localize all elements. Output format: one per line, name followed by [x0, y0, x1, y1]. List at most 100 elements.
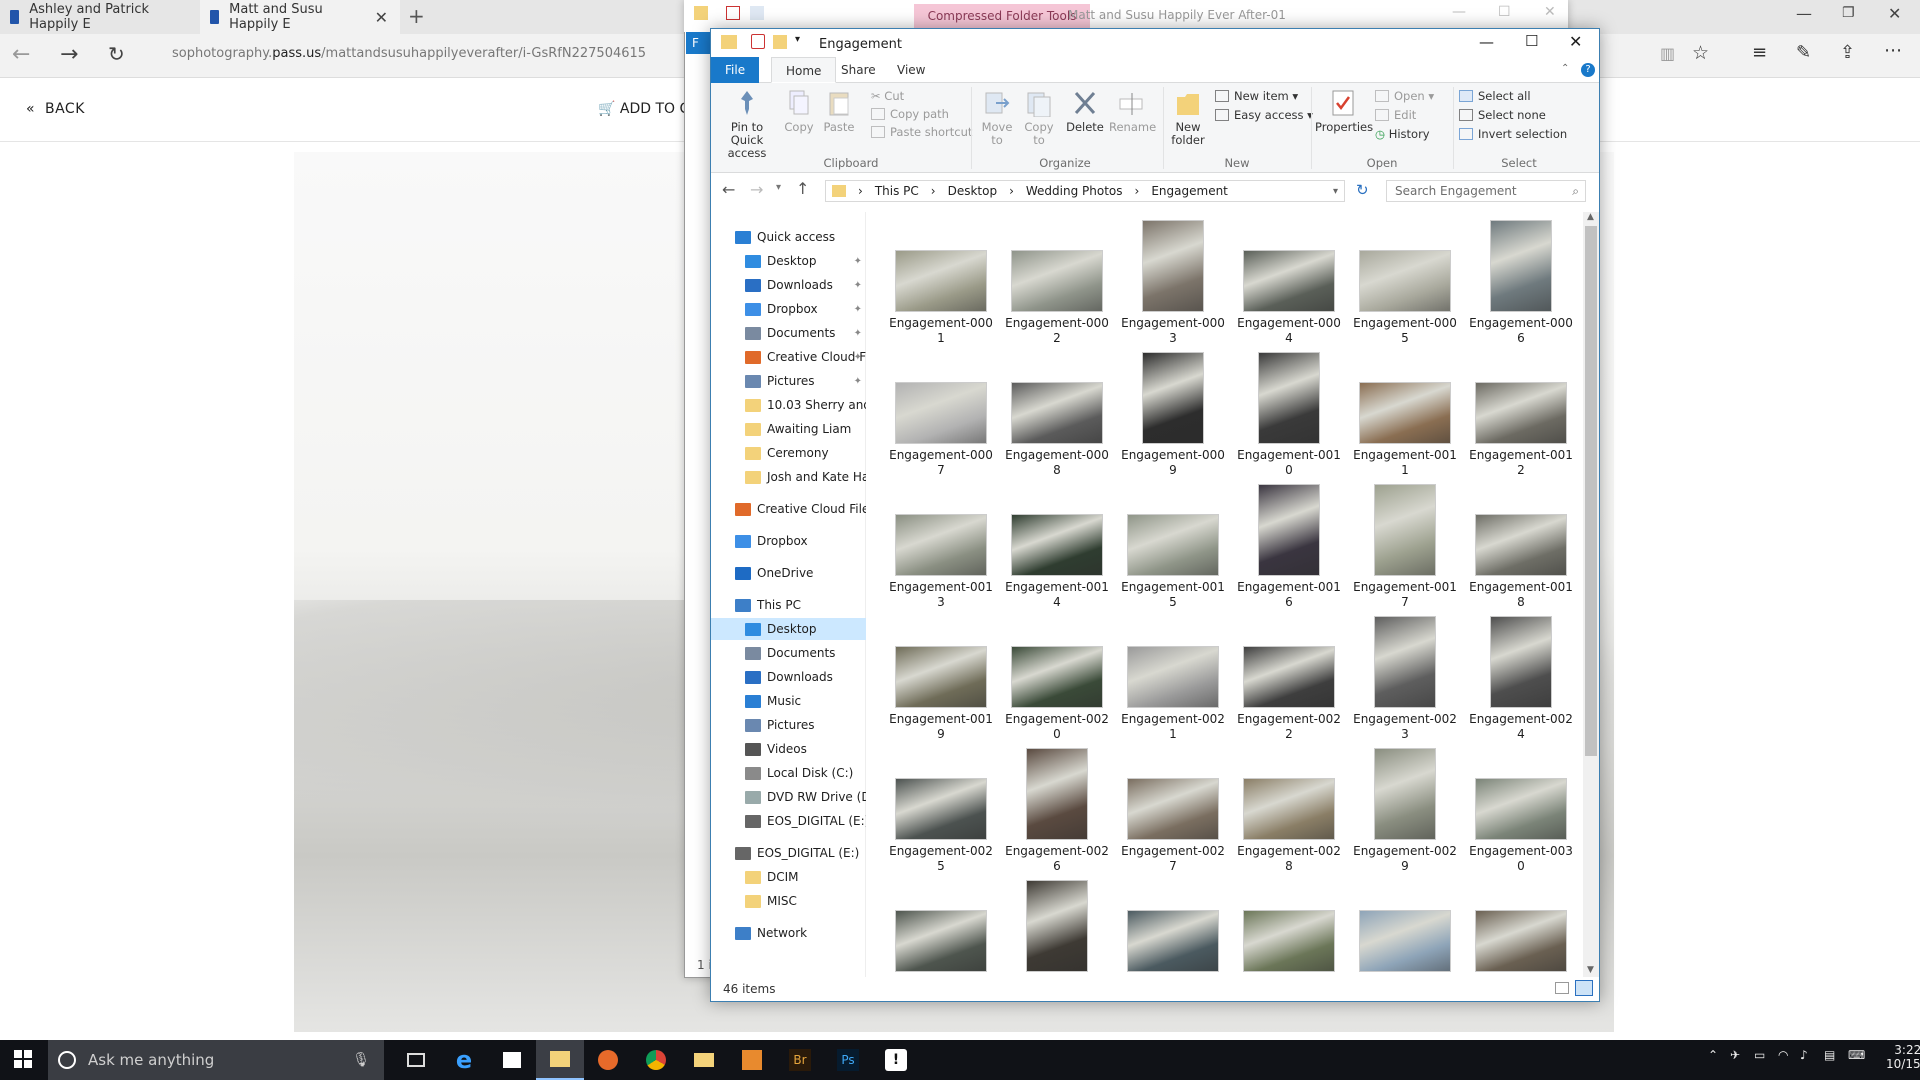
file-item[interactable]: Engagement-001 1 — [1350, 350, 1460, 480]
maximize-icon[interactable]: ☐ — [1525, 32, 1538, 50]
scrollbar-thumb[interactable] — [1585, 226, 1597, 756]
nav-item[interactable]: Desktop — [711, 618, 866, 640]
file-item[interactable]: Engagement-001 9 — [886, 614, 996, 744]
rename-button[interactable]: Rename — [1109, 89, 1156, 134]
breadcrumb-desktop[interactable]: Desktop — [948, 184, 998, 198]
nav-item[interactable]: Creative Cloud F ✦ — [711, 346, 866, 368]
properties-icon[interactable] — [751, 34, 765, 49]
breadcrumb-this-pc[interactable]: This PC — [875, 184, 919, 198]
file-item[interactable]: Engagement-000 7 — [886, 350, 996, 480]
nav-item[interactable]: Pictures ✦ — [711, 370, 866, 392]
file-item[interactable]: Engagement-003 0 — [1466, 746, 1576, 876]
nav-item[interactable]: This PC — [711, 594, 866, 616]
nav-item[interactable]: MISC — [711, 890, 866, 912]
file-item[interactable]: Engagement-002 1 — [1118, 614, 1228, 744]
copy-path-button[interactable]: Copy path — [871, 107, 949, 121]
properties-button[interactable]: Properties — [1315, 89, 1373, 134]
new-folder-icon[interactable] — [773, 35, 787, 49]
file-item[interactable]: Engagement-0036 — [1466, 878, 1576, 977]
back-arrow-icon[interactable]: ← — [722, 180, 735, 199]
nav-item[interactable]: Desktop ✦ — [711, 250, 866, 272]
store-icon[interactable] — [488, 1040, 536, 1080]
invert-selection-button[interactable]: Invert selection — [1459, 127, 1567, 141]
file-item[interactable]: Engagement-002 7 — [1118, 746, 1228, 876]
copy-button[interactable]: Copy — [781, 89, 817, 134]
favorite-star-icon[interactable]: ☆ — [1692, 42, 1709, 64]
nav-item[interactable]: Quick access — [711, 226, 866, 248]
nav-item[interactable]: Downloads ✦ — [711, 274, 866, 296]
tab-file[interactable]: File — [711, 57, 760, 83]
file-item[interactable]: Engagement-002 8 — [1234, 746, 1344, 876]
chrome-icon[interactable] — [632, 1040, 680, 1080]
minimize-ribbon-icon[interactable]: ⌃ — [1561, 63, 1569, 74]
minimize-icon[interactable]: — — [1452, 4, 1466, 20]
file-item[interactable]: Engagement-001 7 — [1350, 482, 1460, 612]
file-item[interactable]: Engagement-0031 — [886, 878, 996, 977]
easy-access-button[interactable]: Easy access ▾ — [1215, 108, 1313, 122]
keyboard-icon[interactable]: ⌨ — [1848, 1048, 1865, 1062]
pin-to-quick-access-button[interactable]: Pin to Quick access — [717, 89, 777, 160]
file-item[interactable]: Engagement-001 5 — [1118, 482, 1228, 612]
breadcrumb-engagement[interactable]: Engagement — [1151, 184, 1228, 198]
minimize-browser-icon[interactable]: — — [1796, 4, 1812, 23]
nav-item[interactable]: Downloads — [711, 666, 866, 688]
close-browser-icon[interactable]: ✕ — [1888, 4, 1901, 23]
file-item[interactable]: Engagement-001 2 — [1466, 350, 1576, 480]
file-item[interactable]: Engagement-000 5 — [1350, 218, 1460, 348]
search-input[interactable]: Search Engagement ⌕ — [1386, 180, 1586, 202]
edit-button[interactable]: Edit — [1375, 108, 1416, 122]
file-item[interactable]: Engagement-0032 — [1002, 878, 1112, 977]
action-center-icon[interactable]: ▤ — [1824, 1048, 1835, 1062]
cut-button[interactable]: ✂ Cut — [871, 89, 904, 103]
nav-item[interactable]: Josh and Kate Happ — [711, 466, 866, 488]
compressed-folder-tools-tab[interactable]: Compressed Folder Tools — [914, 4, 1090, 28]
cortana-search-box[interactable]: Ask me anything 🎙 — [48, 1040, 384, 1080]
nav-item[interactable]: DCIM — [711, 866, 866, 888]
nav-item[interactable]: Ceremony — [711, 442, 866, 464]
nav-item[interactable]: Creative Cloud Files — [711, 498, 866, 520]
edge-browser-icon[interactable]: e — [440, 1040, 488, 1080]
file-item[interactable]: Engagement-002 6 — [1002, 746, 1112, 876]
nav-item[interactable]: Dropbox ✦ — [711, 298, 866, 320]
browser-tab-ashley-patrick[interactable]: Ashley and Patrick Happily E — [0, 0, 200, 34]
file-item[interactable]: Engagement-001 6 — [1234, 482, 1344, 612]
back-arrow-icon[interactable]: ← — [12, 42, 30, 67]
bridge-icon[interactable]: Br — [776, 1040, 824, 1080]
volume-icon[interactable]: ♪ — [1800, 1048, 1808, 1062]
delete-button[interactable]: Delete — [1065, 89, 1105, 134]
tray-chevron-icon[interactable]: ⌃ — [1708, 1048, 1718, 1062]
nav-item[interactable]: Music — [711, 690, 866, 712]
tab-view[interactable]: View — [883, 57, 939, 83]
details-view-icon[interactable] — [1555, 982, 1569, 994]
nav-item[interactable]: OneDrive — [711, 562, 866, 584]
nav-item[interactable]: Pictures — [711, 714, 866, 736]
scroll-down-icon[interactable]: ▼ — [1587, 965, 1594, 975]
restore-browser-icon[interactable]: ❐ — [1842, 5, 1855, 21]
task-view-icon[interactable] — [392, 1040, 440, 1080]
history-button[interactable]: ◷ History — [1375, 127, 1430, 141]
file-item[interactable]: Engagement-002 9 — [1350, 746, 1460, 876]
file-item[interactable]: Engagement-000 8 — [1002, 350, 1112, 480]
microphone-icon[interactable]: 🎙 — [352, 1052, 370, 1068]
file-item[interactable]: Engagement-002 3 — [1350, 614, 1460, 744]
file-item[interactable]: Engagement-000 9 — [1118, 350, 1228, 480]
file-item[interactable]: Engagement-000 4 — [1234, 218, 1344, 348]
nav-item[interactable]: DVD RW Drive (D:) A — [711, 786, 866, 808]
copy-to-button[interactable]: Copy to — [1019, 89, 1059, 147]
nav-item[interactable]: Documents — [711, 642, 866, 664]
help-icon[interactable]: ? — [1581, 63, 1595, 77]
reading-view-icon[interactable]: ▥ — [1660, 44, 1675, 63]
firefox-icon[interactable] — [584, 1040, 632, 1080]
tray-app-icon[interactable]: ✈ — [1730, 1048, 1740, 1062]
forward-arrow-icon[interactable]: → — [750, 180, 763, 199]
file-explorer-icon[interactable] — [536, 1040, 584, 1080]
file-item[interactable]: Engagement-000 1 — [886, 218, 996, 348]
browser-tab-matt-susu[interactable]: Matt and Susu Happily E ✕ — [200, 0, 400, 34]
nav-item[interactable]: Local Disk (C:) — [711, 762, 866, 784]
share-icon[interactable]: ⇪ — [1840, 42, 1855, 63]
move-to-button[interactable]: Move to — [977, 89, 1017, 147]
file-item[interactable]: Engagement-000 2 — [1002, 218, 1112, 348]
close-icon[interactable]: ✕ — [1544, 4, 1556, 20]
nav-item[interactable]: EOS_DIGITAL (E:) — [711, 810, 866, 832]
wifi-icon[interactable]: ◠ — [1778, 1048, 1788, 1062]
